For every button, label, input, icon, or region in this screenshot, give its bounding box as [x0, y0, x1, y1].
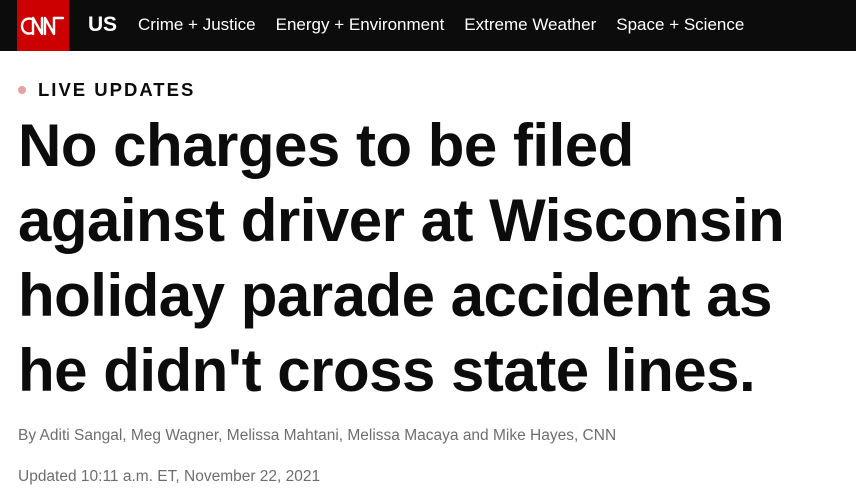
article-byline: By Aditi Sangal, Meg Wagner, Melissa Mah…	[18, 427, 617, 444]
cnn-logo-icon	[20, 16, 65, 35]
live-updates-label: LIVE UPDATES	[38, 79, 196, 100]
section-name-us[interactable]: US	[88, 12, 117, 38]
cnn-logo[interactable]	[17, 0, 69, 51]
article-headline: No charges to be filed against driver at…	[18, 112, 785, 404]
nav-link-extreme-weather[interactable]: Extreme Weather	[464, 14, 596, 36]
article-updated-timestamp: Updated 10:11 a.m. ET, November 22, 2021	[18, 468, 321, 485]
nav-link-crime-justice[interactable]: Crime + Justice	[138, 14, 256, 36]
nav-link-space-science[interactable]: Space + Science	[616, 14, 744, 36]
section-nav: Crime + Justice Energy + Environment Ext…	[138, 14, 744, 36]
live-updates-label-row: LIVE UPDATES	[18, 78, 195, 102]
top-navigation-bar: US Crime + Justice Energy + Environment …	[0, 0, 856, 51]
nav-link-energy-environment[interactable]: Energy + Environment	[276, 14, 445, 36]
live-indicator-dot	[18, 86, 26, 94]
